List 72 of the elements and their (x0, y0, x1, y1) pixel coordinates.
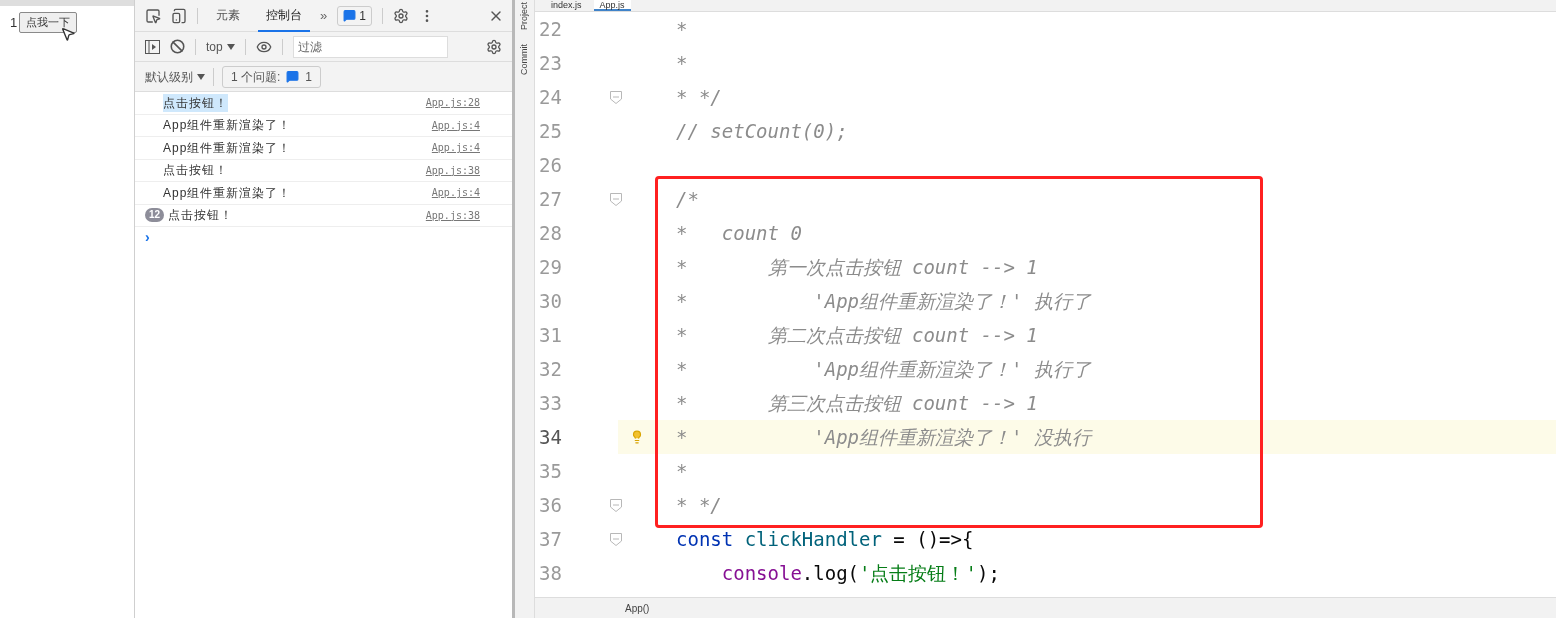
line-number: 34 (538, 424, 562, 450)
line-number: 33 (538, 390, 562, 416)
code-line: const clickHandler = ()=>{ (676, 526, 974, 552)
code-line: * count 0 (676, 220, 802, 246)
level-select[interactable]: 默认级别 (145, 67, 205, 86)
line-number: 31 (538, 322, 562, 348)
code-line: * */ (676, 492, 722, 518)
source-link[interactable]: App.js:28 (425, 95, 480, 111)
editor-tab[interactable]: App.js (593, 0, 631, 11)
console-prompt[interactable]: › (135, 227, 512, 247)
log-message: App组件重新渲染了！ (163, 117, 292, 135)
more-tabs-button[interactable]: » (320, 5, 328, 26)
line-number: 37 (538, 526, 562, 552)
issues-badge[interactable]: 1 (337, 5, 372, 26)
cursor-icon (60, 26, 76, 42)
line-number: 35 (538, 458, 562, 484)
code-line: * (676, 50, 688, 76)
log-message: App组件重新渲染了！ (163, 139, 292, 157)
line-number: 22 (538, 16, 562, 42)
message-icon (343, 9, 357, 22)
log-message: 点击按钮！ (163, 93, 228, 112)
log-message: 点击按钮！ (168, 207, 234, 225)
source-link[interactable]: App.js:4 (431, 140, 480, 156)
line-number: 29 (538, 254, 562, 280)
line-number: 25 (538, 118, 562, 144)
line-number: 38 (538, 560, 562, 586)
code-line: * (676, 458, 688, 484)
line-number: 36 (538, 492, 562, 518)
caret-icon (197, 73, 205, 80)
line-number: 32 (538, 356, 562, 382)
line-number: 23 (538, 50, 562, 76)
source-link[interactable]: App.js:38 (425, 162, 480, 178)
source-link[interactable]: App.js:38 (425, 207, 480, 223)
code-line: * 'App组件重新渲染了！' 执行了 (676, 356, 1091, 382)
devtools-tab[interactable]: 元素 (208, 0, 248, 32)
side-tab[interactable]: Project (517, 2, 532, 30)
editor-tab[interactable]: index.js (545, 0, 588, 11)
line-number: 24 (538, 84, 562, 110)
line-number: 27 (538, 186, 562, 212)
code-line: * 第三次点击按钮 count --> 1 (676, 390, 1038, 416)
repeat-count-badge: 12 (145, 208, 165, 223)
line-number: 30 (538, 288, 562, 314)
code-line: * 第二次点击按钮 count --> 1 (676, 322, 1038, 348)
source-link[interactable]: App.js:4 (431, 117, 480, 133)
filter-field[interactable]: 过滤 (292, 35, 448, 58)
context-select[interactable]: top (206, 37, 235, 56)
code-line: * */ (676, 84, 722, 110)
side-tab[interactable]: Commit (517, 44, 532, 75)
line-number: 28 (538, 220, 562, 246)
message-icon (286, 70, 300, 83)
code-line: * 'App组件重新渲染了！' 执行了 (676, 288, 1091, 314)
clear-icon[interactable] (170, 39, 185, 54)
settings-icon[interactable] (486, 38, 502, 55)
source-link[interactable]: App.js:4 (431, 185, 480, 201)
device-icon[interactable] (171, 7, 187, 24)
breadcrumb[interactable]: App() (625, 600, 650, 616)
code-line: // setCount(0); (676, 118, 848, 144)
code-line: * (676, 16, 688, 42)
click-button[interactable]: 点我一下 (19, 12, 78, 33)
caret-icon (226, 43, 235, 50)
code-line: /* (676, 186, 699, 212)
log-message: App组件重新渲染了！ (163, 184, 292, 202)
sidebar-icon[interactable] (145, 39, 160, 54)
code-line: console.log('点击按钮！'); (720, 560, 1000, 586)
settings-icon[interactable] (392, 7, 409, 24)
inspect-icon[interactable] (145, 7, 161, 24)
log-message: 点击按钮！ (163, 162, 228, 180)
code-line: * 'App组件重新渲染了！' 没执行 (676, 424, 1091, 450)
code-line: * 第一次点击按钮 count --> 1 (676, 254, 1038, 280)
count-text: 1 (10, 13, 18, 32)
line-number: 26 (538, 152, 562, 178)
issues-button[interactable]: 1 个问题: 1 (222, 65, 322, 88)
